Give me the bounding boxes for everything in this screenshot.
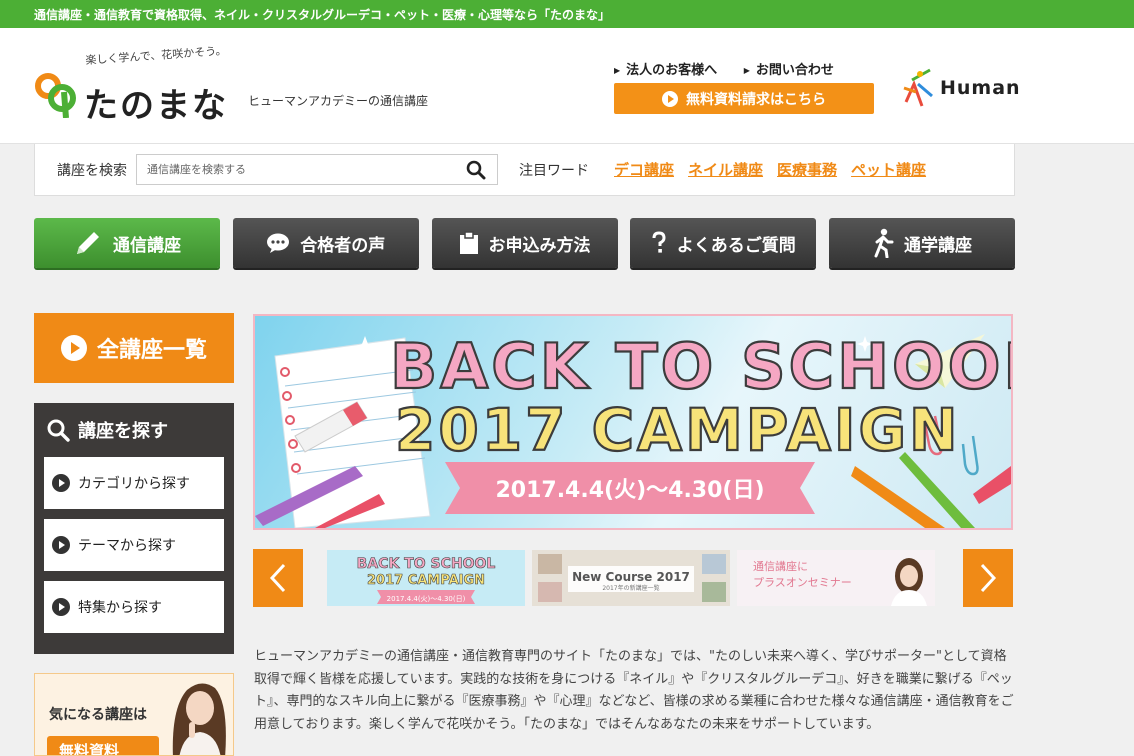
thumb-title-line2: 2017 CAMPAIGN [367, 573, 485, 588]
thumb-seminar-line1: 通信講座に [753, 559, 808, 573]
find-courses-heading: 講座を探す [78, 421, 168, 442]
search-bar: 講座を検索 注目ワード デコ講座ネイル講座医療事務ペット講座 [34, 144, 1015, 196]
banner-dates: 2017.4.4(火)〜4.30(日) [495, 478, 764, 503]
play-circle-icon [662, 90, 678, 107]
nav-correspondence-courses[interactable]: 通信講座 [34, 218, 220, 268]
top-banner-strip: 通信講座・通信教育で資格取得、ネイル・クリスタルグルーデコ・ペット・医療・心理等… [0, 0, 1134, 28]
main-navigation: 通信講座 合格者の声 お申込み方法 よくあるご質問 通学講座 [34, 218, 1015, 268]
tagline: 楽しく学んで、花咲かそう。 [85, 44, 227, 68]
human-logo-text: Human [940, 77, 1021, 99]
promo-button[interactable]: 無料資料 [47, 736, 159, 755]
find-courses-panel: 講座を探す カテゴリから探す テーマから探す 特集から探す [34, 403, 234, 654]
human-academy-logo[interactable]: Human [902, 66, 1021, 110]
campaign-banner[interactable]: BACK TO SCHOOL 2017 CAMPAIGN 2017.4.4(火)… [253, 314, 1013, 530]
find-by-theme[interactable]: テーマから探す [44, 519, 224, 571]
thumb-new-course-sub: 2017年の新講座一覧 [602, 584, 659, 592]
brand-name: たのまな [84, 86, 228, 126]
flower-logo-icon [35, 73, 76, 118]
search-icon [47, 419, 70, 442]
arrow-circle-icon [52, 536, 70, 554]
find-by-category[interactable]: カテゴリから探す [44, 457, 224, 509]
site-header: 楽しく学んで、花咲かそう。 たのまな ヒューマンアカデミーの通信講座 法人のお客… [0, 28, 1134, 144]
arrow-circle-icon [52, 474, 70, 492]
keyword-nail[interactable]: ネイル講座 [688, 161, 763, 179]
banner-title-line2: 2017 CAMPAIGN [395, 396, 961, 464]
site-description: ヒューマンアカデミーの通信講座・通信教育専門のサイト「たのまな」では、"たのしい… [254, 649, 1014, 732]
speech-bubble-icon [267, 233, 290, 253]
find-by-feature[interactable]: 特集から探す [44, 581, 224, 633]
date-ribbon: 2017.4.4(火)〜4.30(日) [445, 462, 815, 514]
carousel-thumb-seminar[interactable]: 通信講座に プラスオンセミナー [737, 550, 935, 606]
free-brochure-promo[interactable]: 気になる講座は 無料資料 [34, 673, 234, 756]
human-figure-icon [903, 68, 933, 107]
find-item-label: カテゴリから探す [78, 476, 190, 492]
clipboard-icon [459, 231, 478, 254]
chevron-left-icon [269, 563, 286, 593]
free-brochure-button[interactable]: 無料資料請求はこちら [614, 83, 874, 114]
play-circle-icon [60, 335, 87, 361]
promo-text: 気になる講座は [49, 707, 147, 723]
search-label: 講座を検索 [57, 163, 127, 179]
question-icon [652, 231, 666, 253]
nav-label: 合格者の声 [300, 235, 386, 256]
nav-how-to-apply[interactable]: お申込み方法 [431, 218, 618, 268]
find-courses-title: 講座を探す [46, 417, 168, 443]
carousel-prev-button[interactable] [253, 549, 303, 607]
thumb-new-course-title: New Course 2017 [572, 570, 690, 584]
keyword-medical-office[interactable]: 医療事務 [777, 161, 837, 179]
featured-words: デコ講座 ネイル講座 医療事務 ペット講座 [614, 159, 940, 180]
nav-faq[interactable]: よくあるご質問 [630, 218, 817, 268]
contact-link[interactable]: お問い合わせ [744, 63, 834, 78]
keyword-deco[interactable]: デコ講座 [614, 161, 674, 179]
site-logo[interactable]: 楽しく学んで、花咲かそう。 たのまな ヒューマンアカデミーの通信講座 [34, 44, 454, 130]
carousel-thumb-campaign[interactable]: BACK TO SCHOOL 2017 CAMPAIGN 2017.4.4(火)… [327, 550, 525, 606]
nav-label: 通学講座 [904, 235, 972, 256]
chevron-right-icon [980, 563, 997, 593]
keyword-pet[interactable]: ペット講座 [851, 161, 926, 179]
carousel-thumb-new-course[interactable]: New Course 2017 2017年の新講座一覧 [532, 550, 730, 606]
nav-success-stories[interactable]: 合格者の声 [232, 218, 419, 268]
nav-label: お申込み方法 [488, 235, 591, 256]
pencil-icon [77, 232, 99, 254]
thumb-dates: 2017.4.4(火)〜4.30(日) [387, 595, 466, 603]
corporate-link[interactable]: 法人のお客様へ [614, 63, 717, 78]
header-links: 法人のお客様へ お問い合わせ [614, 59, 856, 78]
search-input[interactable] [136, 154, 498, 185]
nav-label: よくあるご質問 [676, 235, 796, 256]
free-brochure-label: 無料資料請求はこちら [686, 91, 826, 108]
featured-words-label: 注目ワード [519, 163, 589, 179]
find-item-label: テーマから探す [78, 538, 176, 554]
search-icon[interactable] [466, 160, 486, 180]
nav-classroom-courses[interactable]: 通学講座 [829, 218, 1015, 268]
all-courses-button[interactable]: 全講座一覧 [34, 313, 234, 383]
woman-photo [172, 683, 226, 755]
thumb-title-line1: BACK TO SCHOOL [357, 556, 496, 572]
banner-title-line1: BACK TO SCHOOL [390, 330, 1011, 403]
site-description-heading: 通信講座・通信教育で資格取得、ネイル・クリスタルグルーデコ・ペット・医療・心理等… [34, 8, 611, 22]
arrow-circle-icon [52, 598, 70, 616]
find-item-label: 特集から探す [78, 600, 162, 616]
walking-person-icon [874, 228, 894, 258]
thumb-seminar-line2: プラスオンセミナー [753, 576, 852, 589]
brand-subtitle: ヒューマンアカデミーの通信講座 [248, 94, 429, 108]
nav-label: 通信講座 [113, 235, 181, 256]
all-courses-label: 全講座一覧 [96, 338, 207, 363]
carousel-next-button[interactable] [963, 549, 1013, 607]
